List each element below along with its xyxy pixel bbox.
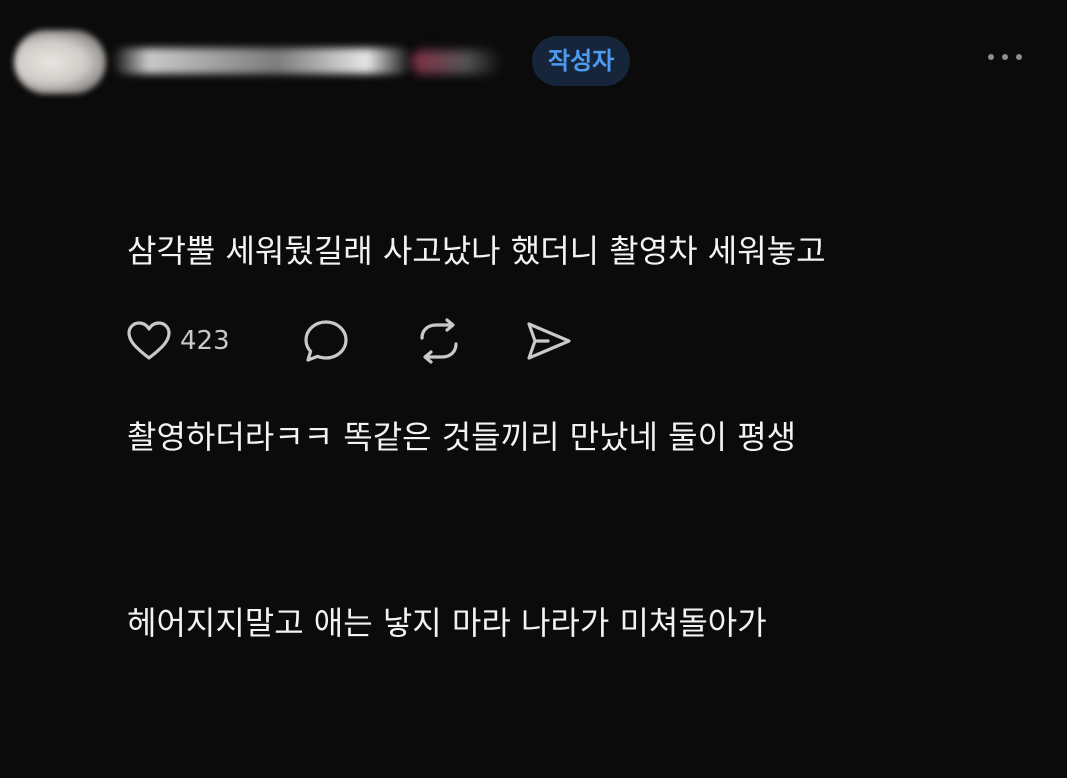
comment-icon: [304, 320, 348, 362]
more-options-button[interactable]: [986, 48, 1026, 68]
share-icon: [527, 322, 571, 360]
action-bar: 423: [124, 316, 624, 366]
share-button[interactable]: [524, 316, 574, 366]
like-count: 423: [180, 326, 230, 356]
comment-button[interactable]: [302, 316, 350, 366]
comment-line: 삼각뿔 세워뒀길래 사고났나 했더니 촬영차 세워놓고: [127, 232, 826, 270]
username-redacted[interactable]: [112, 40, 512, 80]
heart-icon: [127, 321, 171, 360]
comment-post: 작성자 삼각뿔 세워뒀길래 사고났나 했더니 촬영차 세워놓고 촬영하더라ㅋㅋ …: [0, 0, 1067, 642]
author-badge: 작성자: [532, 36, 631, 86]
like-button[interactable]: 423: [126, 316, 230, 366]
repost-icon: [420, 318, 458, 364]
comment-line: 촬영하더라ㅋㅋ 똑같은 것들끼리 만났네 둘이 평생: [127, 418, 797, 456]
comment-header: 작성자: [0, 24, 1067, 94]
avatar[interactable]: [14, 30, 106, 94]
comment-line: 헤어지지말고 애는 낳지 마라 나라가 미쳐돌아가: [127, 604, 767, 642]
comment-body: 삼각뿔 세워뒀길래 사고났나 했더니 촬영차 세워놓고 촬영하더라ㅋㅋ 똑같은 …: [127, 96, 1027, 778]
more-icon: [988, 54, 994, 60]
repost-button[interactable]: [414, 316, 464, 366]
